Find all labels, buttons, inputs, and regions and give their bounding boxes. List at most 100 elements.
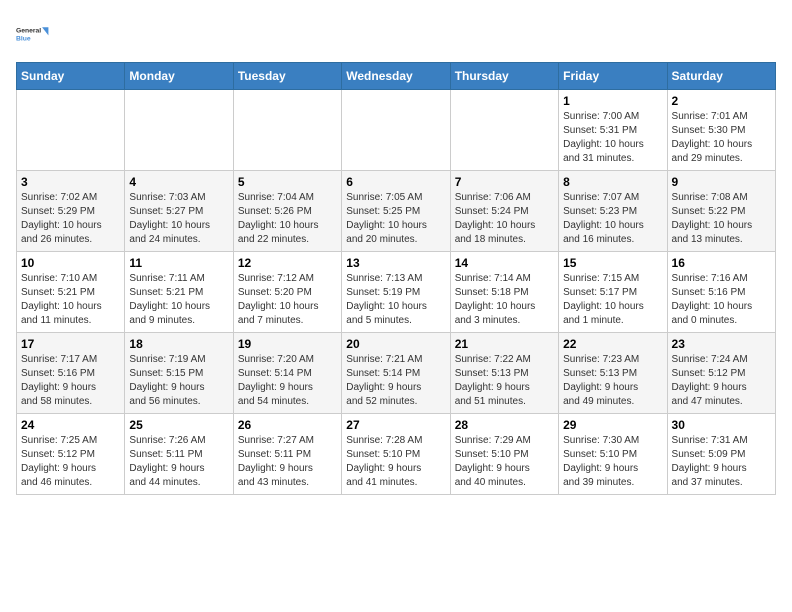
day-info: Sunrise: 7:06 AM Sunset: 5:24 PM Dayligh… <box>455 191 554 247</box>
page-header: GeneralBlue <box>16 16 776 52</box>
weekday-header-sunday: Sunday <box>17 63 125 90</box>
day-number: 12 <box>238 256 337 270</box>
day-number: 6 <box>346 175 445 189</box>
weekday-header-friday: Friday <box>559 63 667 90</box>
calendar-cell: 4Sunrise: 7:03 AM Sunset: 5:27 PM Daylig… <box>125 171 233 252</box>
day-info: Sunrise: 7:19 AM Sunset: 5:15 PM Dayligh… <box>129 353 228 409</box>
day-number: 24 <box>21 418 120 432</box>
day-number: 3 <box>21 175 120 189</box>
day-number: 9 <box>672 175 771 189</box>
calendar-week-5: 24 Sunrise: 7:25 AM Sunset: 5:12 PM Dayli… <box>17 414 776 495</box>
day-number: 14 <box>455 256 554 270</box>
calendar-week-3: 10 Sunrise: 7:10 AM Sunset: 5:21 PM Dayli… <box>17 252 776 333</box>
day-info: Sunrise: 7:22 AM Sunset: 5:13 PM Dayligh… <box>455 353 554 409</box>
day-info: Sunrise: 7:24 AM Sunset: 5:12 PM Dayligh… <box>672 353 771 409</box>
day-number: 17 <box>21 337 120 351</box>
calendar-cell: 21 Sunrise: 7:22 AM Sunset: 5:13 PM Dayli… <box>450 333 558 414</box>
day-number: 28 <box>455 418 554 432</box>
day-number: 8 <box>563 175 662 189</box>
calendar-cell: 8 Sunrise: 7:07 AM Sunset: 5:23 PM Daylig… <box>559 171 667 252</box>
day-info: Sunrise: 7:27 AM Sunset: 5:11 PM Dayligh… <box>238 434 337 490</box>
day-number: 16 <box>672 256 771 270</box>
weekday-header-saturday: Saturday <box>667 63 775 90</box>
weekday-header-wednesday: Wednesday <box>342 63 450 90</box>
calendar-cell: 11 Sunrise: 7:11 AM Sunset: 5:21 PM Dayli… <box>125 252 233 333</box>
day-number: 30 <box>672 418 771 432</box>
day-number: 2 <box>672 94 771 108</box>
logo-icon: GeneralBlue <box>16 16 52 52</box>
calendar-cell: 28 Sunrise: 7:29 AM Sunset: 5:10 PM Dayli… <box>450 414 558 495</box>
day-number: 22 <box>563 337 662 351</box>
calendar-cell: 24 Sunrise: 7:25 AM Sunset: 5:12 PM Dayli… <box>17 414 125 495</box>
day-info: Sunrise: 7:13 AM Sunset: 5:19 PM Dayligh… <box>346 272 445 328</box>
calendar-cell: 30Sunrise: 7:31 AM Sunset: 5:09 PM Dayli… <box>667 414 775 495</box>
calendar-cell: 16Sunrise: 7:16 AM Sunset: 5:16 PM Dayli… <box>667 252 775 333</box>
day-info: Sunrise: 7:26 AM Sunset: 5:11 PM Dayligh… <box>129 434 228 490</box>
day-info: Sunrise: 7:02 AM Sunset: 5:29 PM Dayligh… <box>21 191 120 247</box>
day-number: 19 <box>238 337 337 351</box>
calendar-cell <box>342 90 450 171</box>
calendar-cell: 25 Sunrise: 7:26 AM Sunset: 5:11 PM Dayli… <box>125 414 233 495</box>
calendar-cell: 5 Sunrise: 7:04 AM Sunset: 5:26 PM Daylig… <box>233 171 341 252</box>
weekday-header-row: SundayMondayTuesdayWednesdayThursdayFrid… <box>17 63 776 90</box>
day-info: Sunrise: 7:15 AM Sunset: 5:17 PM Dayligh… <box>563 272 662 328</box>
day-number: 29 <box>563 418 662 432</box>
calendar-cell: 3 Sunrise: 7:02 AM Sunset: 5:29 PM Daylig… <box>17 171 125 252</box>
calendar-table: SundayMondayTuesdayWednesdayThursdayFrid… <box>16 62 776 495</box>
calendar-cell: 9 Sunrise: 7:08 AM Sunset: 5:22 PM Daylig… <box>667 171 775 252</box>
day-info: Sunrise: 7:12 AM Sunset: 5:20 PM Dayligh… <box>238 272 337 328</box>
day-info: Sunrise: 7:28 AM Sunset: 5:10 PM Dayligh… <box>346 434 445 490</box>
day-info: Sunrise: 7:08 AM Sunset: 5:22 PM Dayligh… <box>672 191 771 247</box>
day-number: 21 <box>455 337 554 351</box>
calendar-cell: 6 Sunrise: 7:05 AM Sunset: 5:25 PM Daylig… <box>342 171 450 252</box>
calendar-cell <box>17 90 125 171</box>
day-number: 27 <box>346 418 445 432</box>
calendar-cell: 26 Sunrise: 7:27 AM Sunset: 5:11 PM Dayli… <box>233 414 341 495</box>
weekday-header-tuesday: Tuesday <box>233 63 341 90</box>
calendar-cell: 7 Sunrise: 7:06 AM Sunset: 5:24 PM Daylig… <box>450 171 558 252</box>
logo: GeneralBlue <box>16 16 52 52</box>
calendar-cell: 20Sunrise: 7:21 AM Sunset: 5:14 PM Dayli… <box>342 333 450 414</box>
day-info: Sunrise: 7:11 AM Sunset: 5:21 PM Dayligh… <box>129 272 228 328</box>
day-info: Sunrise: 7:23 AM Sunset: 5:13 PM Dayligh… <box>563 353 662 409</box>
day-number: 26 <box>238 418 337 432</box>
svg-text:General: General <box>16 28 41 35</box>
calendar-cell: 2 Sunrise: 7:01 AM Sunset: 5:30 PM Daylig… <box>667 90 775 171</box>
day-number: 23 <box>672 337 771 351</box>
day-number: 15 <box>563 256 662 270</box>
day-info: Sunrise: 7:25 AM Sunset: 5:12 PM Dayligh… <box>21 434 120 490</box>
calendar-cell: 29 Sunrise: 7:30 AM Sunset: 5:10 PM Dayli… <box>559 414 667 495</box>
day-info: Sunrise: 7:05 AM Sunset: 5:25 PM Dayligh… <box>346 191 445 247</box>
calendar-cell: 18Sunrise: 7:19 AM Sunset: 5:15 PM Dayli… <box>125 333 233 414</box>
calendar-cell: 23 Sunrise: 7:24 AM Sunset: 5:12 PM Dayli… <box>667 333 775 414</box>
day-info: Sunrise: 7:30 AM Sunset: 5:10 PM Dayligh… <box>563 434 662 490</box>
calendar-cell: 12 Sunrise: 7:12 AM Sunset: 5:20 PM Dayli… <box>233 252 341 333</box>
calendar-cell: 10 Sunrise: 7:10 AM Sunset: 5:21 PM Dayli… <box>17 252 125 333</box>
day-info: Sunrise: 7:14 AM Sunset: 5:18 PM Dayligh… <box>455 272 554 328</box>
day-info: Sunrise: 7:04 AM Sunset: 5:26 PM Dayligh… <box>238 191 337 247</box>
day-number: 11 <box>129 256 228 270</box>
calendar-cell: 13 Sunrise: 7:13 AM Sunset: 5:19 PM Dayli… <box>342 252 450 333</box>
calendar-week-2: 3 Sunrise: 7:02 AM Sunset: 5:29 PM Daylig… <box>17 171 776 252</box>
calendar-cell: 17Sunrise: 7:17 AM Sunset: 5:16 PM Dayli… <box>17 333 125 414</box>
calendar-cell <box>125 90 233 171</box>
day-number: 5 <box>238 175 337 189</box>
day-info: Sunrise: 7:03 AM Sunset: 5:27 PM Dayligh… <box>129 191 228 247</box>
day-info: Sunrise: 7:07 AM Sunset: 5:23 PM Dayligh… <box>563 191 662 247</box>
calendar-week-4: 17Sunrise: 7:17 AM Sunset: 5:16 PM Dayli… <box>17 333 776 414</box>
calendar-cell: 14 Sunrise: 7:14 AM Sunset: 5:18 PM Dayli… <box>450 252 558 333</box>
day-number: 13 <box>346 256 445 270</box>
day-info: Sunrise: 7:10 AM Sunset: 5:21 PM Dayligh… <box>21 272 120 328</box>
day-info: Sunrise: 7:29 AM Sunset: 5:10 PM Dayligh… <box>455 434 554 490</box>
day-number: 10 <box>21 256 120 270</box>
day-number: 20 <box>346 337 445 351</box>
calendar-cell <box>450 90 558 171</box>
day-number: 1 <box>563 94 662 108</box>
calendar-cell: 15 Sunrise: 7:15 AM Sunset: 5:17 PM Dayli… <box>559 252 667 333</box>
svg-text:Blue: Blue <box>16 36 31 43</box>
weekday-header-thursday: Thursday <box>450 63 558 90</box>
calendar-cell <box>233 90 341 171</box>
day-number: 7 <box>455 175 554 189</box>
day-number: 25 <box>129 418 228 432</box>
day-info: Sunrise: 7:01 AM Sunset: 5:30 PM Dayligh… <box>672 110 771 166</box>
